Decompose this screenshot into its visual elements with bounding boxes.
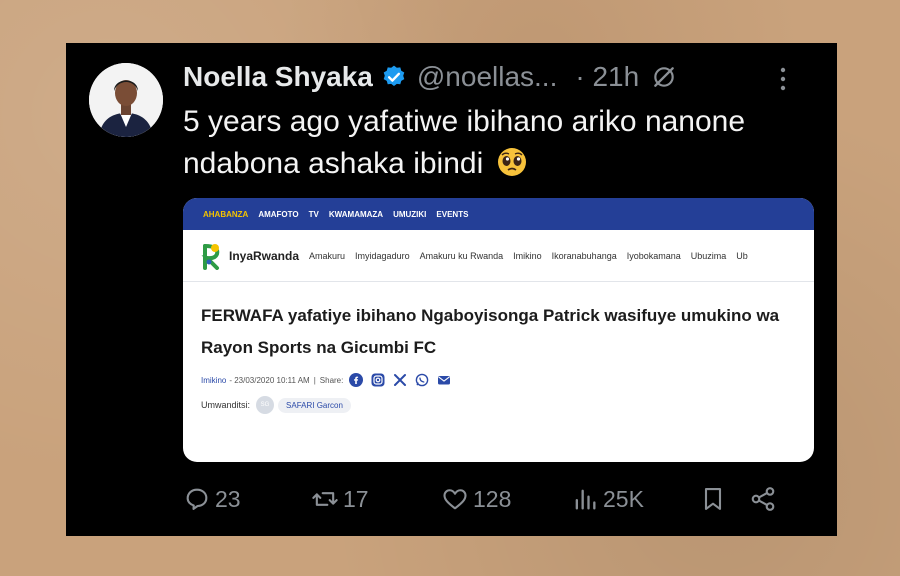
reply-button[interactable]: 23	[183, 485, 311, 513]
bookmark-icon	[704, 488, 722, 510]
tweet-header: Noella Shyaka @noellas... · 21h	[183, 57, 817, 97]
timestamp[interactable]: · 21h	[575, 61, 639, 93]
nav-item-ahabanza[interactable]: AHABANZA	[203, 210, 248, 219]
nav-item-amafoto[interactable]: AMAFOTO	[258, 210, 298, 219]
verified-badge-icon	[383, 65, 405, 86]
facebook-icon[interactable]	[349, 373, 364, 387]
reply-icon	[186, 488, 208, 510]
share-icon	[751, 487, 775, 511]
menu-item-imikino[interactable]: Imikino	[513, 251, 542, 261]
author-name[interactable]: SAFARI Garcon	[278, 397, 351, 413]
nav-item-kwamamaza[interactable]: KWAMAMAZA	[329, 210, 383, 219]
inyarwanda-logo-icon	[201, 243, 220, 270]
site-brand: InyaRwanda	[229, 248, 300, 263]
menu-item-imyidagaduro[interactable]: Imyidagaduro	[355, 251, 410, 261]
display-name[interactable]: Noella Shyaka	[183, 61, 373, 93]
nav-item-events[interactable]: EVENTS	[436, 210, 468, 219]
retweet-count: 17	[343, 485, 369, 512]
article-category[interactable]: Imikino	[201, 376, 226, 385]
menu-item-truncated[interactable]: Ub	[736, 251, 748, 261]
meta-divider: |	[313, 375, 316, 385]
retweet-icon	[312, 492, 338, 506]
menu-item-amakuru-ku-rwanda[interactable]: Amakuru ku Rwanda	[420, 251, 504, 261]
email-icon[interactable]	[437, 373, 451, 387]
like-count: 128	[473, 485, 512, 512]
article-meta: Imikino - 23/03/2020 10:11 AM | Share:	[201, 372, 814, 388]
share-icons	[349, 373, 451, 387]
tweet-text-content: 5 years ago yafatiwe ibihano ariko nanon…	[183, 105, 746, 180]
author-avatar: SG	[256, 396, 275, 414]
views-count: 25K	[603, 485, 644, 512]
menu-item-iyobokamana[interactable]: Iyobokamana	[627, 251, 681, 261]
site-menu-bar: InyaRwanda Amakuru Imyidagaduro Amakuru …	[183, 230, 814, 282]
site-top-nav: AHABANZA AMAFOTO TV KWAMAMAZA UMUZIKI EV…	[183, 198, 814, 230]
tweet-card: Noella Shyaka @noellas... · 21h 5 years …	[66, 43, 837, 536]
tweet-text: 5 years ago yafatiwe ibihano ariko nanon…	[183, 101, 823, 185]
share-button[interactable]	[749, 485, 777, 513]
bookmark-button[interactable]	[699, 485, 749, 513]
whatsapp-icon[interactable]	[415, 373, 429, 387]
nav-item-umuziki[interactable]: UMUZIKI	[393, 210, 426, 219]
instagram-icon[interactable]	[371, 373, 385, 387]
grok-icon[interactable]	[651, 64, 677, 90]
reply-count: 23	[215, 485, 241, 512]
nav-item-tv[interactable]: TV	[309, 210, 319, 219]
x-icon[interactable]	[393, 373, 407, 387]
site-menu: Amakuru Imyidagaduro Amakuru ku Rwanda I…	[309, 251, 748, 261]
pleading-face-emoji-icon	[497, 148, 526, 176]
views-button[interactable]: 25K	[571, 485, 699, 513]
menu-item-ikoranabuhanga[interactable]: Ikoranabuhanga	[552, 251, 617, 261]
menu-item-ubuzima[interactable]: Ubuzima	[691, 251, 727, 261]
like-button[interactable]: 128	[441, 485, 571, 513]
heart-icon	[443, 489, 467, 510]
article-author: Umwanditsi: SG SAFARI Garcon	[201, 396, 814, 414]
views-icon	[575, 489, 596, 510]
tweet-actions: 23 17 128 25K	[183, 483, 803, 515]
retweet-button[interactable]: 17	[311, 485, 441, 513]
avatar[interactable]	[89, 63, 163, 137]
user-handle[interactable]: @noellas...	[417, 61, 558, 93]
share-label: Share:	[319, 375, 344, 385]
article-date: - 23/03/2020 10:11 AM	[229, 375, 310, 385]
article-headline[interactable]: FERWAFA yafatiye ibihano Ngaboyisonga Pa…	[201, 300, 801, 364]
author-label: Umwanditsi:	[201, 400, 251, 410]
menu-item-amakuru[interactable]: Amakuru	[309, 251, 345, 261]
more-options-icon[interactable]	[771, 63, 795, 95]
link-preview-card[interactable]: AHABANZA AMAFOTO TV KWAMAMAZA UMUZIKI EV…	[183, 198, 814, 462]
